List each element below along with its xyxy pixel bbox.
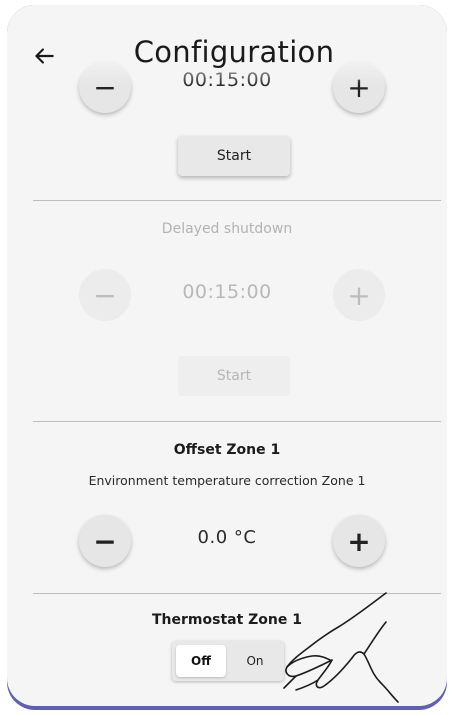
offset-minus-button[interactable]: − — [79, 515, 131, 567]
delayed-shutdown-title: Delayed shutdown — [161, 221, 293, 237]
delayed-shutdown-start-button[interactable]: Start — [178, 356, 290, 396]
delayed-shutdown-value: 00:15:00 — [182, 281, 272, 303]
plus-icon: + — [347, 278, 371, 312]
offset-plus-button[interactable]: + — [333, 515, 385, 567]
thermostat-toggle[interactable]: Off On — [172, 641, 284, 681]
toggle-off-option[interactable]: Off — [176, 645, 226, 677]
page-title: Configuration — [133, 35, 335, 69]
app-screen: − 00:15:00 + Start Delayed shutdown − 00… — [7, 5, 447, 706]
section-divider — [33, 200, 441, 201]
offset-value: 0.0 °C — [197, 527, 257, 548]
offset-zone-title: Offset Zone 1 — [173, 442, 281, 458]
app-header: Configuration — [7, 5, 447, 85]
plus-icon: + — [347, 524, 371, 558]
offset-zone-subtitle: Environment temperature correction Zone … — [88, 473, 366, 488]
minus-icon: − — [93, 278, 117, 312]
section-divider — [33, 593, 441, 594]
device-frame: − 00:15:00 + Start Delayed shutdown − 00… — [7, 5, 447, 710]
section-divider — [33, 421, 441, 422]
delayed-shutdown-plus-button[interactable]: + — [333, 269, 385, 321]
timer-start-button[interactable]: Start — [178, 136, 290, 176]
minus-icon: − — [93, 524, 117, 558]
delayed-shutdown-minus-button[interactable]: − — [79, 269, 131, 321]
settings-scroll-area[interactable]: − 00:15:00 + Start Delayed shutdown − 00… — [7, 5, 447, 706]
thermostat-zone-title: Thermostat Zone 1 — [151, 612, 302, 628]
toggle-on-option[interactable]: On — [230, 645, 280, 677]
